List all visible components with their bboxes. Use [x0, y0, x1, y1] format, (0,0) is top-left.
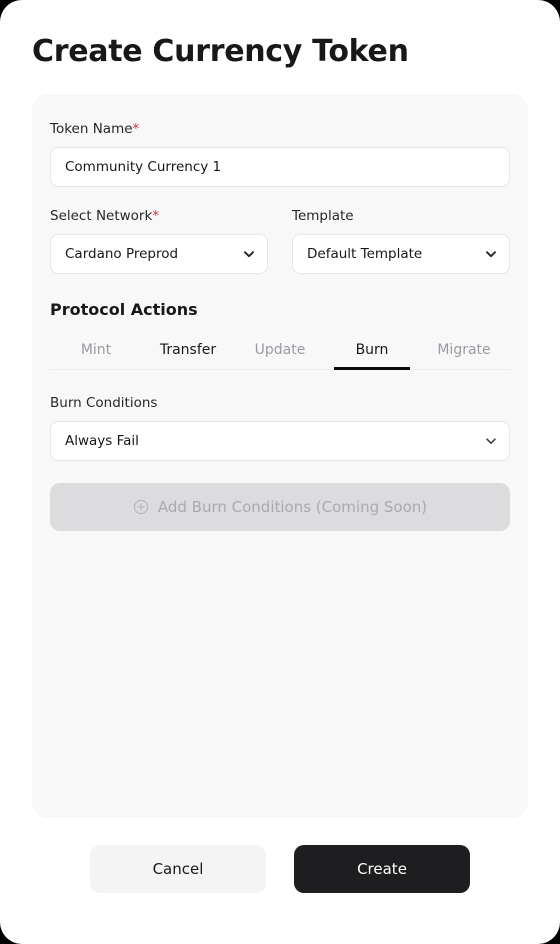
token-name-field-group: Token Name* [50, 120, 510, 187]
page-title: Create Currency Token [32, 34, 409, 69]
create-currency-token-page: Create Currency Token Token Name* Select… [0, 0, 560, 944]
template-select[interactable]: Default Template [292, 234, 510, 274]
tab-mint[interactable]: Mint [50, 333, 142, 369]
network-template-row: Select Network* Cardano Preprod Template [50, 207, 510, 274]
tab-burn[interactable]: Burn [326, 333, 418, 370]
chevron-down-icon [243, 248, 255, 260]
burn-conditions-label: Burn Conditions [50, 395, 158, 411]
template-label-text: Template [292, 208, 354, 224]
tab-migrate[interactable]: Migrate [418, 333, 510, 369]
cancel-button[interactable]: Cancel [90, 845, 266, 893]
network-field-group: Select Network* Cardano Preprod [50, 207, 268, 274]
token-name-label-text: Token Name [50, 121, 133, 137]
tab-update[interactable]: Update [234, 333, 326, 369]
network-label: Select Network* [50, 207, 268, 225]
add-burn-conditions-label: Add Burn Conditions (Coming Soon) [157, 498, 428, 516]
required-asterisk: * [152, 208, 160, 224]
tab-transfer[interactable]: Transfer [142, 333, 234, 369]
protocol-actions-title: Protocol Actions [50, 300, 198, 319]
token-name-label: Token Name* [50, 120, 510, 138]
template-label: Template [292, 207, 510, 225]
burn-conditions-select[interactable]: Always Fail [50, 421, 510, 461]
create-button[interactable]: Create [294, 845, 470, 893]
network-select[interactable]: Cardano Preprod [50, 234, 268, 274]
footer-actions: Cancel Create [0, 818, 560, 944]
template-field-group: Template Default Template [292, 207, 510, 274]
burn-conditions-value: Always Fail [65, 433, 139, 449]
network-select-value: Cardano Preprod [65, 246, 179, 262]
token-name-input[interactable] [50, 147, 510, 187]
protocol-actions-tabs: Mint Transfer Update Burn Migrate [50, 333, 510, 370]
add-burn-conditions-button: Add Burn Conditions (Coming Soon) [50, 483, 510, 531]
chevron-down-icon [485, 435, 497, 447]
network-label-text: Select Network [50, 208, 153, 224]
token-form-card: Token Name* Select Network* Cardano Prep… [32, 94, 528, 818]
chevron-down-icon [485, 248, 497, 260]
circle-plus-icon [133, 499, 149, 515]
burn-conditions-group: Burn Conditions Always Fail Add Burn Con… [50, 394, 510, 531]
required-asterisk: * [132, 121, 140, 137]
template-select-value: Default Template [307, 246, 423, 262]
